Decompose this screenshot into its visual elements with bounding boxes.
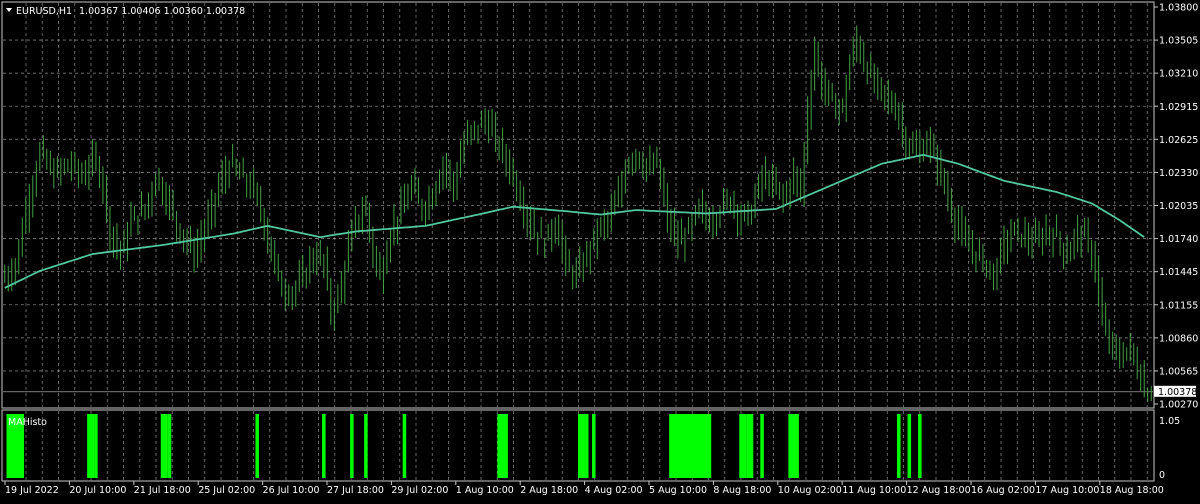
histogram-bar (497, 414, 508, 478)
time-tick-label: 16 Aug 02:00 (971, 485, 1035, 496)
time-tick-label: 29 Jul 02:00 (391, 485, 448, 496)
price-tick-label: 1.00565 (1159, 366, 1198, 377)
time-tick-label: 26 Jul 10:00 (263, 485, 320, 496)
indicator-name-label: MAHisto (8, 417, 47, 428)
indicator-scale-top: 1.05 (1159, 416, 1180, 427)
price-tick-label: 1.03505 (1159, 36, 1198, 47)
time-tick-label: 21 Jul 18:00 (134, 485, 191, 496)
price-tick-label: 1.02625 (1159, 135, 1198, 146)
histogram-bar (788, 414, 799, 478)
time-tick-label: 8 Aug 18:00 (713, 485, 771, 496)
time-tick-label: 1 Aug 10:00 (456, 485, 514, 496)
time-tick-label: 12 Aug 18:00 (907, 485, 971, 496)
price-tick-label: 1.01445 (1159, 267, 1198, 278)
histogram-bar (578, 414, 589, 478)
histogram-bar (739, 414, 747, 478)
histogram-bar (746, 414, 754, 478)
price-tick-label: 1.02915 (1159, 102, 1198, 113)
current-price-label: 1.00378 (1158, 387, 1197, 398)
indicator-scale-bottom: 0 (1159, 470, 1165, 481)
histogram-bar (364, 414, 368, 478)
histogram-bar (918, 414, 922, 478)
price-tick-label: 1.01155 (1159, 300, 1198, 311)
time-tick-label: 10 Aug 02:00 (778, 485, 842, 496)
histogram-bar (160, 414, 168, 478)
histogram-bar (350, 414, 354, 478)
histogram-bar (87, 414, 95, 478)
histogram-bar (592, 414, 596, 478)
histogram-bar (897, 414, 901, 478)
histogram-bar (669, 414, 712, 478)
price-tick-label: 1.01740 (1159, 234, 1198, 245)
time-tick-label: 4 Aug 02:00 (585, 485, 643, 496)
histogram-bar (402, 414, 407, 478)
price-tick-label: 1.03800 (1159, 3, 1198, 14)
time-tick-label: 18 Aug 18:00 (1100, 485, 1164, 496)
histogram-bar (322, 414, 326, 478)
time-tick-label: 27 Jul 18:00 (327, 485, 384, 496)
price-tick-label: 1.03210 (1159, 69, 1198, 80)
chart-background (0, 0, 1200, 500)
time-tick-label: 5 Aug 10:00 (649, 485, 707, 496)
price-tick-label: 1.02330 (1159, 168, 1198, 179)
trading-chart-window[interactable]: EURUSD,H1 1.00367 1.00406 1.00360 1.0037… (0, 0, 1200, 500)
price-tick-label: 1.00860 (1159, 333, 1198, 344)
histogram-bar (167, 414, 172, 478)
price-tick-label: 1.02035 (1159, 201, 1198, 212)
time-tick-label: 11 Aug 10:00 (842, 485, 906, 496)
price-tick-label: 1.00270 (1159, 400, 1198, 411)
time-tick-label: 25 Jul 02:00 (198, 485, 255, 496)
current-price-marker: 1.00378 (1154, 385, 1197, 398)
chart-canvas[interactable]: EURUSD,H1 1.00367 1.00406 1.00360 1.0037… (0, 0, 1200, 500)
histogram-bar (907, 414, 912, 478)
histogram-bar (94, 414, 98, 478)
time-tick-label: 2 Aug 18:00 (520, 485, 578, 496)
chart-header[interactable]: EURUSD,H1 1.00367 1.00406 1.00360 1.0037… (6, 6, 245, 17)
histogram-bar (760, 414, 764, 478)
symbol-timeframe-label: EURUSD,H1 (16, 6, 72, 17)
time-tick-label: 19 Jul 2022 (5, 485, 59, 496)
time-tick-label: 17 Aug 10:00 (1035, 485, 1099, 496)
ohlc-values-label: 1.00367 1.00406 1.00360 1.00378 (79, 6, 245, 17)
histogram-bar (255, 414, 259, 478)
time-tick-label: 20 Jul 10:00 (69, 485, 126, 496)
